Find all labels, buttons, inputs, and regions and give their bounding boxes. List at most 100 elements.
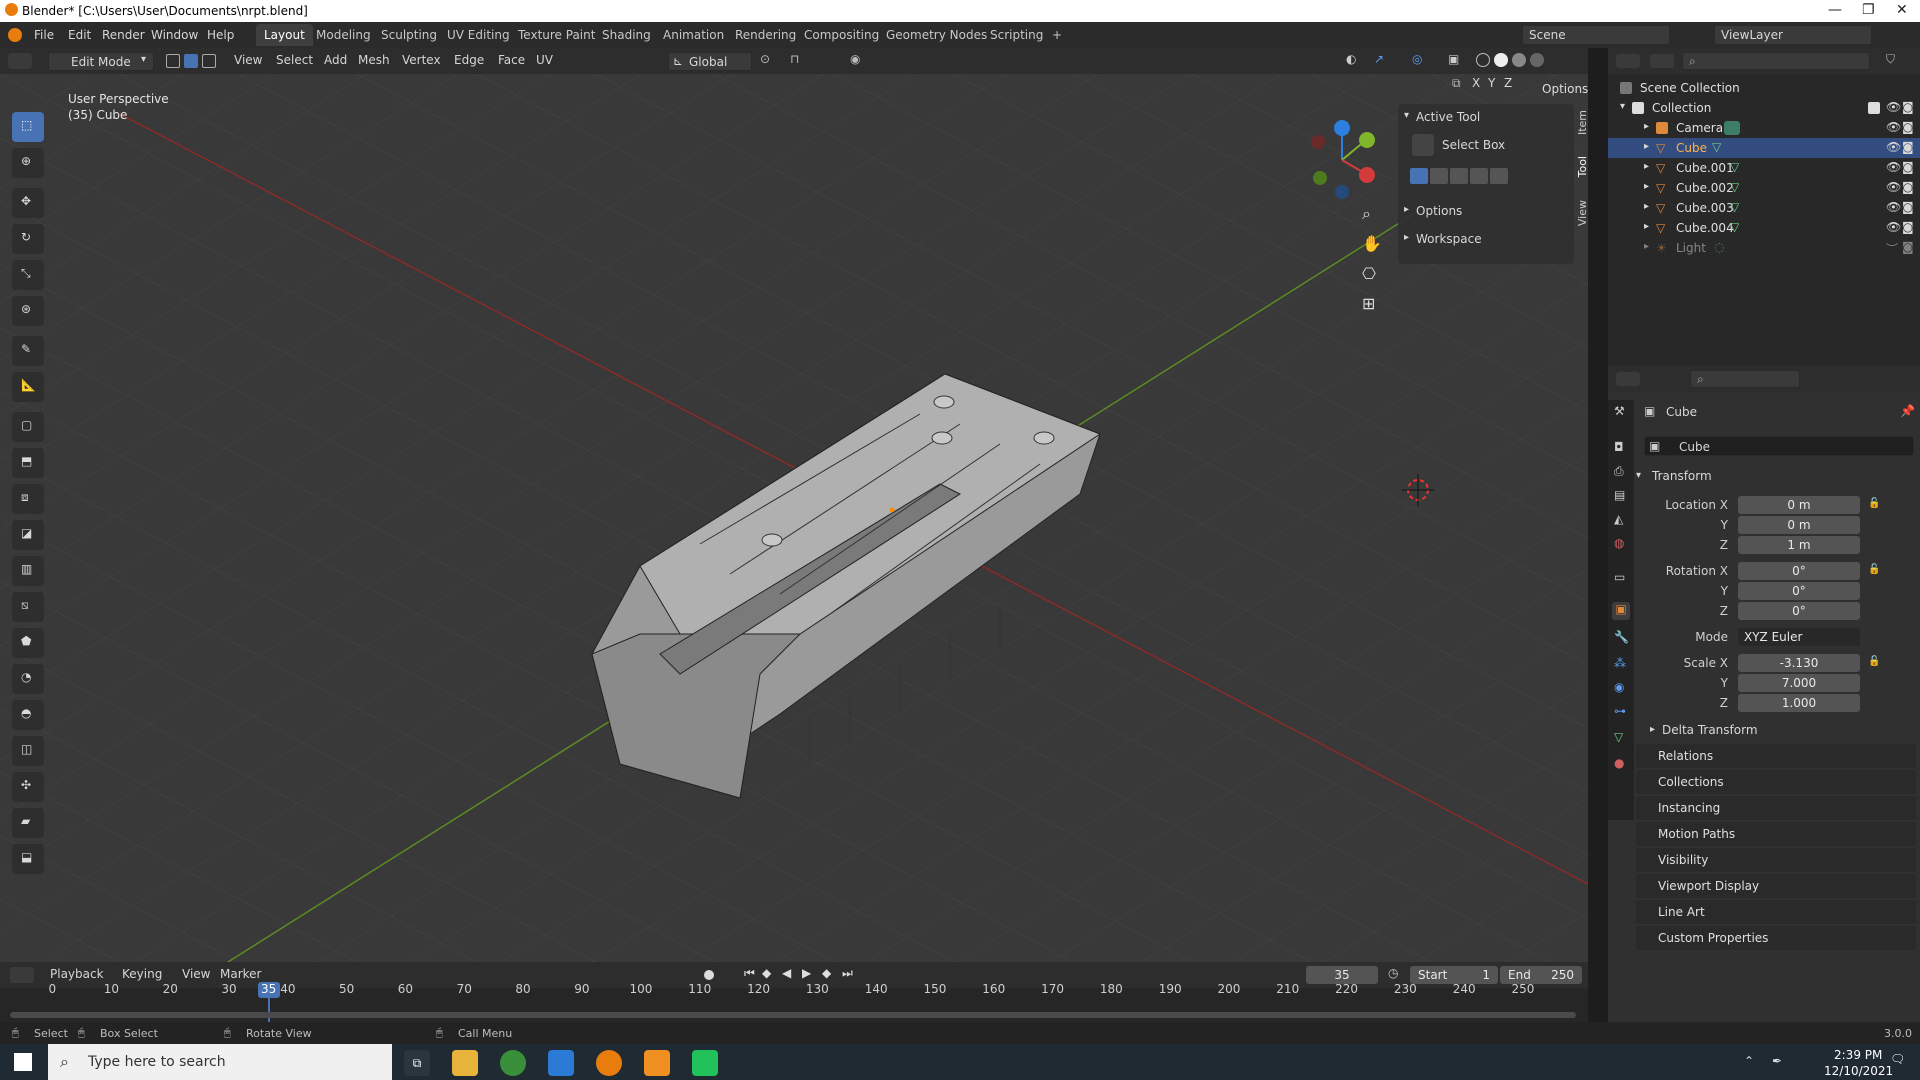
section-viewport-display[interactable]: Viewport Display	[1636, 874, 1916, 898]
tree-item-cube-002[interactable]: ▸ ▽ Cube.002 ▽ 👁 ◙	[1608, 178, 1920, 198]
options-panel-heading[interactable]: Options	[1416, 204, 1462, 218]
eye-icon[interactable]: 👁	[1886, 160, 1901, 174]
rotate-tool[interactable]: ↻	[12, 224, 44, 254]
tab-item[interactable]: Item	[1576, 110, 1589, 135]
close-button[interactable]: ✕	[1896, 2, 1908, 18]
shrink-fatten-tool[interactable]: ✣	[12, 772, 44, 802]
select-mode-invert-icon[interactable]	[1470, 168, 1488, 184]
section-custom-properties[interactable]: Custom Properties	[1636, 926, 1916, 950]
menu-window[interactable]: Window	[151, 28, 198, 42]
chrome-icon[interactable]	[500, 1050, 526, 1076]
tree-item-cube-003[interactable]: ▸ ▽ Cube.003 ▽ 👁 ◙	[1608, 198, 1920, 218]
eye-icon[interactable]: 👁	[1886, 100, 1901, 114]
pycharm-icon[interactable]	[692, 1050, 718, 1076]
mail-icon[interactable]	[548, 1050, 574, 1076]
world-tab-icon[interactable]: ◍	[1614, 536, 1624, 550]
rendered-shading-icon[interactable]	[1530, 53, 1544, 67]
mirror-x-toggle[interactable]: X	[1472, 76, 1480, 90]
rotation-x-field[interactable]: 0°	[1738, 562, 1860, 580]
blender-menu-icon[interactable]	[8, 28, 22, 42]
menu-help[interactable]: Help	[207, 28, 234, 42]
proportional-edit-icon[interactable]: ◉	[850, 52, 860, 66]
camera-render-icon[interactable]: ◙	[1902, 240, 1914, 254]
location-y-field[interactable]: 0 m	[1738, 516, 1860, 534]
tab-texture-paint[interactable]: Texture Paint	[510, 24, 603, 46]
face-select-icon[interactable]	[202, 54, 216, 68]
mesh-data-icon[interactable]: ▽	[1712, 140, 1721, 154]
spin-tool[interactable]: ◔	[12, 664, 44, 694]
solid-shading-icon[interactable]	[1494, 53, 1508, 67]
menu-file[interactable]: File	[34, 28, 54, 42]
light-data-icon[interactable]: ◌	[1714, 240, 1724, 254]
tab-compositing[interactable]: Compositing	[796, 24, 887, 46]
workspace-panel-heading[interactable]: Workspace	[1416, 232, 1482, 246]
camera-view-icon[interactable]: ⎔	[1362, 264, 1376, 283]
prev-keyframe-icon[interactable]: ◆	[762, 966, 771, 980]
blender-taskbar-icon[interactable]	[596, 1050, 622, 1076]
menu-mesh[interactable]: Mesh	[352, 52, 396, 70]
section-collections[interactable]: Collections	[1636, 770, 1916, 794]
material-tab-icon[interactable]: ●	[1614, 756, 1624, 770]
view-layer-tab-icon[interactable]: ▤	[1614, 488, 1625, 502]
mesh-data-icon[interactable]: ▽	[1730, 180, 1739, 194]
select-mode-intersect-icon[interactable]	[1490, 168, 1508, 184]
tree-item-cube-004[interactable]: ▸ ▽ Cube.004 ▽ 👁 ◙	[1608, 218, 1920, 238]
menu-vertex[interactable]: Vertex	[396, 52, 447, 70]
outliner-search-input[interactable]: ⌕	[1682, 52, 1870, 70]
scale-tool[interactable]: ⤡	[12, 260, 44, 290]
camera-data-icon[interactable]	[1724, 121, 1740, 135]
active-tool-heading[interactable]: Active Tool	[1416, 110, 1480, 124]
pivot-point-icon[interactable]: ⊙	[760, 52, 770, 66]
menu-face[interactable]: Face	[492, 52, 531, 70]
mesh-data-icon[interactable]: ▽	[1730, 160, 1739, 174]
select-mode-subtract-icon[interactable]	[1450, 168, 1468, 184]
pin-icon[interactable]: 📌	[1900, 404, 1915, 418]
lock-icon[interactable]: 🔓	[1868, 656, 1880, 667]
gizmo-icon[interactable]: ↗	[1374, 52, 1384, 66]
transform-orientation-dropdown[interactable]: ⊾ Global	[668, 52, 752, 71]
measure-tool[interactable]: 📐	[12, 372, 44, 402]
collection-tab-icon[interactable]: ▭	[1614, 570, 1625, 584]
select-box-tool[interactable]: ⬚	[12, 112, 44, 142]
tab-rendering[interactable]: Rendering	[727, 24, 804, 46]
mirror-y-toggle[interactable]: Y	[1488, 76, 1495, 90]
scene-tab-icon[interactable]: ◭	[1614, 512, 1623, 526]
render-tab-icon[interactable]: ◘	[1614, 440, 1624, 454]
particles-tab-icon[interactable]: ⁂	[1614, 656, 1626, 670]
ortho-toggle-icon[interactable]: ⊞	[1362, 294, 1375, 313]
rotation-y-field[interactable]: 0°	[1738, 582, 1860, 600]
tree-item-collection[interactable]: ▾ Collection 👁 ◙	[1608, 98, 1920, 118]
lock-icon[interactable]: 🔓	[1868, 498, 1880, 509]
mirror-icon[interactable]: ⧉	[1452, 76, 1461, 91]
eye-icon[interactable]: 👁	[1886, 200, 1901, 214]
tree-item-cube[interactable]: ▸ ▽ Cube ▽ 👁 ◙	[1608, 138, 1920, 158]
camera-render-icon[interactable]: ◙	[1902, 200, 1914, 214]
material-shading-icon[interactable]	[1512, 53, 1526, 67]
properties-editor-type-icon[interactable]	[1616, 372, 1640, 386]
menu-uv[interactable]: UV	[530, 52, 559, 70]
menu-edge[interactable]: Edge	[448, 52, 490, 70]
section-visibility[interactable]: Visibility	[1636, 848, 1916, 872]
modifier-tab-icon[interactable]: 🔧	[1614, 630, 1629, 644]
mirror-z-toggle[interactable]: Z	[1504, 76, 1512, 90]
filter-icon[interactable]: ⛉	[1886, 52, 1895, 67]
wireframe-shading-icon[interactable]	[1476, 53, 1490, 67]
viewlayer-selector[interactable]: ViewLayer	[1714, 25, 1872, 45]
tab-tool[interactable]: Tool	[1576, 156, 1589, 177]
editor-type-icon[interactable]	[8, 53, 32, 69]
select-mode-new-icon[interactable]	[1410, 168, 1428, 184]
tab-shading[interactable]: Shading	[594, 24, 659, 46]
cursor-tool[interactable]: ⊕	[12, 148, 44, 178]
display-mode-icon[interactable]	[1650, 54, 1674, 68]
shear-tool[interactable]: ▰	[12, 808, 44, 838]
xray-icon[interactable]: ▣	[1448, 52, 1459, 66]
scale-x-field[interactable]: -3.130	[1738, 654, 1860, 672]
smooth-tool[interactable]: ◓	[12, 700, 44, 730]
mesh-data-icon[interactable]: ▽	[1730, 220, 1739, 234]
transform-panel-heading[interactable]: Transform	[1652, 469, 1712, 483]
menu-add[interactable]: Add	[318, 52, 353, 70]
lock-icon[interactable]: 🔓	[1868, 564, 1880, 575]
add-workspace-button[interactable]: +	[1044, 24, 1070, 46]
tab-geometry-nodes[interactable]: Geometry Nodes	[878, 24, 995, 46]
minimize-button[interactable]: —	[1828, 2, 1842, 18]
